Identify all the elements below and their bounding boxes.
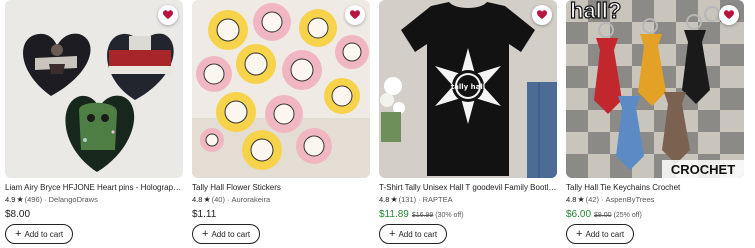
heart-icon xyxy=(724,10,734,19)
price-row: $8.00 xyxy=(5,208,183,221)
listing-card[interactable]: hall? CROCHET Tally Hall Tie Keychains C… xyxy=(566,0,744,248)
listing-rating: 4.8 ★ (40) · Aurorakeira xyxy=(192,195,370,205)
favorite-button[interactable] xyxy=(345,5,365,25)
plus-icon: + xyxy=(15,228,22,240)
add-to-cart-label: Add to cart xyxy=(585,229,625,239)
add-to-cart-button[interactable]: + Add to cart xyxy=(192,224,261,244)
add-to-cart-label: Add to cart xyxy=(24,229,64,239)
listing-image[interactable] xyxy=(5,0,183,178)
separator-dot: · xyxy=(44,195,47,204)
listing-card[interactable]: Liam Airy Bryce HFJONE Heart pins - Holo… xyxy=(5,0,183,248)
rating-value: 4.8 xyxy=(379,195,390,204)
heart-pins-photo xyxy=(5,0,183,178)
heart-icon xyxy=(537,10,547,19)
add-to-cart-button[interactable]: + Add to cart xyxy=(379,224,448,244)
review-count: (496) xyxy=(24,195,43,204)
price-row: $1.11 xyxy=(192,208,370,221)
shop-name[interactable]: DelangoDraws xyxy=(49,195,98,205)
overlay-top-text: hall? xyxy=(570,0,621,23)
star-icon: ★ xyxy=(390,195,398,204)
flower-stickers-photo xyxy=(192,0,370,178)
listing-card[interactable]: tally hall T-Shirt Tally Unisex Hall T g… xyxy=(379,0,557,248)
original-price: $16.99 xyxy=(411,212,434,219)
plus-icon: + xyxy=(389,228,396,240)
crochet-ties-photo: hall? CROCHET xyxy=(566,0,744,178)
listing-grid: Liam Airy Bryce HFJONE Heart pins - Holo… xyxy=(0,0,755,248)
sale-price: $6.00 xyxy=(566,209,592,220)
original-price: $8.00 xyxy=(594,212,612,219)
listing-title[interactable]: Tally Hall Flower Stickers xyxy=(192,183,370,193)
listing-rating: 4.9 ★ (496) · DelangoDraws xyxy=(5,195,183,205)
listing-title[interactable]: T-Shirt Tally Unisex Hall T goodevil Fam… xyxy=(379,183,557,193)
star-icon: ★ xyxy=(16,195,24,204)
review-count: (42) xyxy=(585,195,599,204)
separator-dot: · xyxy=(418,195,421,204)
price: $1.11 xyxy=(192,209,217,220)
add-to-cart-button[interactable]: + Add to cart xyxy=(566,224,635,244)
listing-image[interactable] xyxy=(192,0,370,178)
shirt-logo-text: tally hall xyxy=(451,83,485,91)
price: $8.00 xyxy=(5,209,31,220)
star-icon: ★ xyxy=(577,195,585,204)
discount-label: (30% off) xyxy=(435,212,464,219)
favorite-button[interactable] xyxy=(532,5,552,25)
plus-icon: + xyxy=(202,228,209,240)
discount-label: (25% off) xyxy=(613,212,642,219)
price-row: $11.89 $16.99 (30% off) xyxy=(379,208,557,222)
listing-image[interactable]: tally hall xyxy=(379,0,557,178)
listing-title[interactable]: Tally Hall Tie Keychains Crochet xyxy=(566,183,744,193)
tshirt-photo: tally hall xyxy=(379,0,557,178)
listing-image[interactable]: hall? CROCHET xyxy=(566,0,744,178)
shop-name[interactable]: RAPTEA xyxy=(423,195,453,205)
add-to-cart-label: Add to cart xyxy=(211,229,251,239)
sale-price: $11.89 xyxy=(379,209,409,220)
separator-dot: · xyxy=(600,195,604,204)
listing-card[interactable]: Tally Hall Flower Stickers 4.8 ★ (40) · … xyxy=(192,0,370,248)
heart-icon xyxy=(163,10,173,19)
star-icon: ★ xyxy=(203,195,211,204)
listing-rating: 4.8 ★ (42) · AspenByTrees xyxy=(566,195,744,205)
rating-value: 4.8 xyxy=(192,195,203,204)
price-row: $6.00 $8.00 (25% off) xyxy=(566,208,744,222)
favorite-button[interactable] xyxy=(158,5,178,25)
jeans-right xyxy=(527,82,557,178)
favorite-button[interactable] xyxy=(719,5,739,25)
shop-name[interactable]: AspenByTrees xyxy=(605,195,654,205)
review-count: (131) xyxy=(398,195,417,204)
rating-value: 4.9 xyxy=(5,195,16,204)
heart-icon xyxy=(350,10,360,19)
review-count: (40) xyxy=(211,195,225,204)
add-to-cart-button[interactable]: + Add to cart xyxy=(5,224,74,244)
listing-title[interactable]: Liam Airy Bryce HFJONE Heart pins - Holo… xyxy=(5,183,183,193)
plus-icon: + xyxy=(576,228,583,240)
separator-dot: · xyxy=(226,195,230,204)
listing-rating: 4.8 ★ (131) · RAPTEA xyxy=(379,195,557,205)
overlay-bottom-text: CROCHET xyxy=(671,162,735,177)
shop-name[interactable]: Aurorakeira xyxy=(231,195,270,205)
add-to-cart-label: Add to cart xyxy=(398,229,438,239)
rating-value: 4.8 xyxy=(566,195,577,204)
